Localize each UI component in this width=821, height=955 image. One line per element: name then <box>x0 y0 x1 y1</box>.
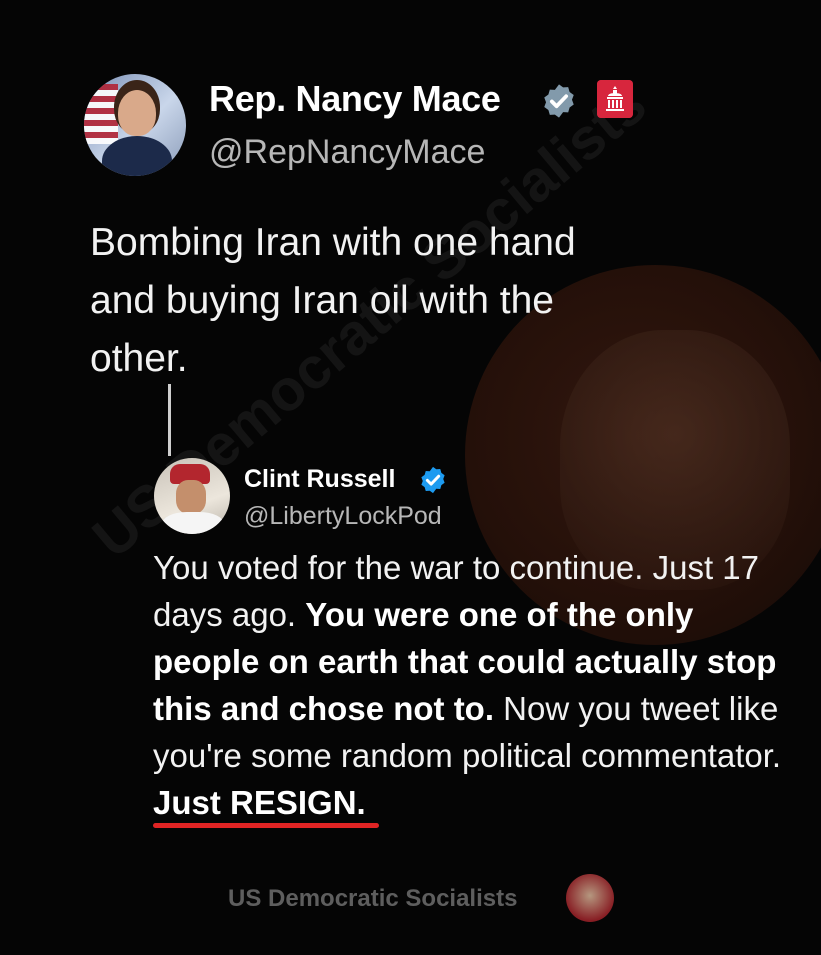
footer-watermark-text: US Democratic Socialists <box>228 885 518 912</box>
reply-handle[interactable]: @LibertyLockPod <box>244 502 442 531</box>
avatar-face <box>176 480 206 514</box>
reply-avatar[interactable] <box>154 458 230 534</box>
reply-text: You voted for the war to continue. Just … <box>153 544 793 828</box>
tweet-text: Bombing Iran with one hand and buying Ir… <box>90 221 576 380</box>
verified-badge-icon <box>544 84 574 118</box>
thread-connector-line <box>168 384 171 456</box>
verified-badge-icon <box>421 466 445 494</box>
avatar-body <box>102 136 172 176</box>
dsa-logo-icon <box>566 874 614 922</box>
capitol-affiliation-icon <box>597 80 633 118</box>
resign-emphasis: Just RESIGN. <box>153 779 379 828</box>
avatar-flag <box>84 84 118 144</box>
author-display-name[interactable]: Rep. Nancy Mace <box>209 78 501 120</box>
author-handle[interactable]: @RepNancyMace <box>209 133 485 172</box>
avatar-shirt <box>162 512 224 534</box>
reply-text-resign: Just RESIGN. <box>153 784 366 821</box>
red-underline <box>153 823 379 828</box>
avatar-head <box>118 90 156 136</box>
reply-display-name[interactable]: Clint Russell <box>244 465 395 494</box>
profile-avatar[interactable] <box>84 74 186 176</box>
